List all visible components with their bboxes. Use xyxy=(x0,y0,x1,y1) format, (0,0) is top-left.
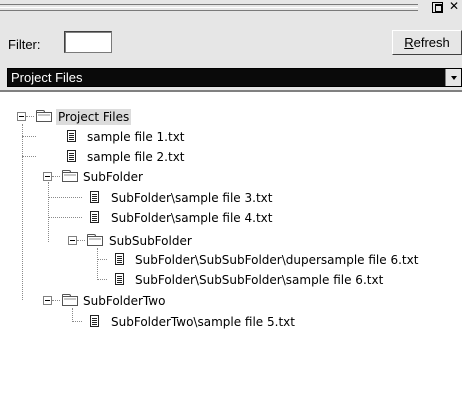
restore-icon[interactable] xyxy=(432,2,443,13)
tree-node-label: SubFolderTwo\sample file 5.txt xyxy=(111,315,295,329)
text-file-icon xyxy=(90,315,99,327)
filter-label: Filter: xyxy=(8,37,41,52)
tree-node-label: SubFolder xyxy=(83,170,143,184)
tree-connector xyxy=(77,240,85,241)
tree-node-label: SubFolder\SubSubFolder\dupersample file … xyxy=(135,253,419,267)
collapse-minus-icon[interactable] xyxy=(68,236,77,245)
tree-node-label: Project Files xyxy=(56,109,132,125)
tree-node-label: SubFolderTwo xyxy=(83,294,166,308)
text-file-icon xyxy=(90,191,99,203)
text-file-icon xyxy=(115,253,124,265)
folder-open-icon xyxy=(87,234,103,246)
tree-node-label: SubFolder\sample file 3.txt xyxy=(111,191,273,205)
chevron-down-icon[interactable] xyxy=(445,69,461,86)
text-file-icon xyxy=(90,211,99,223)
filter-toolbar: Filter: Refresh xyxy=(0,16,462,58)
filter-input[interactable] xyxy=(64,31,112,53)
tree-connector xyxy=(52,176,60,177)
project-select[interactable]: Project Files xyxy=(7,68,462,87)
tree-connector xyxy=(22,156,36,157)
project-select-row: Project Files xyxy=(0,58,462,90)
tree-connector xyxy=(72,321,82,322)
tree-connector xyxy=(97,279,107,280)
refresh-accelerator: R xyxy=(404,34,414,50)
tree-connector xyxy=(22,124,23,300)
tree-connector xyxy=(48,197,82,198)
text-file-icon xyxy=(67,150,76,162)
window-title-bar[interactable]: ✕ xyxy=(0,0,462,16)
tree-connector xyxy=(48,217,82,218)
tree-connector xyxy=(97,248,98,280)
tree-node-label: sample file 2.txt xyxy=(87,150,185,164)
collapse-minus-icon[interactable] xyxy=(17,112,26,121)
project-select-value: Project Files xyxy=(11,70,83,85)
tree-node-label: SubFolder\sample file 4.txt xyxy=(111,211,273,225)
collapse-minus-icon[interactable] xyxy=(43,296,52,305)
text-file-icon xyxy=(67,130,76,142)
refresh-button[interactable]: Refresh xyxy=(392,30,462,55)
close-icon[interactable]: ✕ xyxy=(449,0,459,13)
tree-node-label: SubSubFolder xyxy=(109,234,192,248)
tree-connector xyxy=(72,308,73,322)
folder-open-icon xyxy=(62,170,78,182)
collapse-minus-icon[interactable] xyxy=(43,172,52,181)
drag-grip[interactable] xyxy=(0,4,418,11)
refresh-label: efresh xyxy=(413,34,450,50)
tree-connector xyxy=(52,300,60,301)
text-file-icon xyxy=(115,273,124,285)
tree-connector xyxy=(26,116,34,117)
tree-connector xyxy=(48,182,49,242)
tree-connector xyxy=(97,259,107,260)
folder-open-icon xyxy=(36,110,52,122)
tree-node-label: sample file 1.txt xyxy=(87,130,185,144)
tree-node-label: SubFolder\SubSubFolder\sample file 6.txt xyxy=(135,273,384,287)
tree-connector xyxy=(22,136,36,137)
folder-open-icon xyxy=(62,294,78,306)
